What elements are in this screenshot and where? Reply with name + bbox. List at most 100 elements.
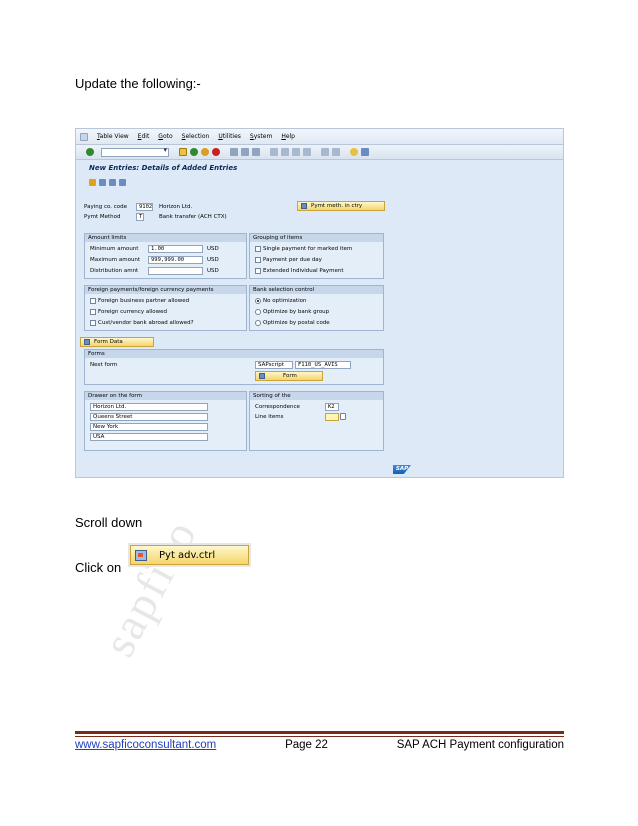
- menu-edit[interactable]: Edit: [138, 133, 150, 140]
- pymt-method-field[interactable]: T: [136, 213, 144, 221]
- menu-table-view[interactable]: Table View: [97, 133, 129, 140]
- footer-doc-title: SAP ACH Payment configuration: [396, 739, 564, 751]
- pyt-adv-ctrl-button[interactable]: Pyt adv.ctrl: [128, 543, 251, 567]
- click-instruction: Click on: [75, 560, 122, 575]
- copy-icon[interactable]: [99, 178, 106, 186]
- menu-icon[interactable]: [80, 132, 88, 141]
- dist-amount-currency: USD: [207, 267, 219, 274]
- script-type-select[interactable]: SAPscript: [255, 360, 293, 369]
- bank-sel-item[interactable]: No optimization: [255, 296, 306, 305]
- correspondence-field[interactable]: K2: [325, 402, 339, 411]
- paying-co-field[interactable]: 9102: [136, 203, 153, 211]
- amount-limits-group: Amount limits Minimum amount 1.00 USD Ma…: [84, 233, 247, 279]
- shortcut-icon[interactable]: [332, 148, 340, 156]
- command-field[interactable]: [101, 146, 169, 157]
- drawer-header: Drawer on the form: [85, 392, 246, 400]
- foreign-payments-group: Foreign payments/foreign currency paymen…: [84, 285, 247, 331]
- bank-sel-item[interactable]: Optimize by postal code: [255, 318, 330, 327]
- bank-sel-label: Optimize by bank group: [263, 308, 330, 315]
- grouping-label: Payment per due day: [263, 256, 322, 263]
- layout-icon[interactable]: [361, 148, 369, 156]
- next-page-icon[interactable]: [292, 148, 300, 156]
- help-icon[interactable]: [350, 148, 358, 156]
- save-icon[interactable]: [179, 148, 187, 156]
- radio-button[interactable]: [255, 319, 261, 326]
- drawer-line-field[interactable]: USA: [90, 432, 208, 441]
- min-amount-label: Minimum amount: [90, 245, 139, 252]
- bank-selection-group: Bank selection control No optimization O…: [249, 285, 384, 331]
- first-page-icon[interactable]: [270, 148, 278, 156]
- next-form-label-row: Next form: [90, 360, 117, 369]
- delete-icon[interactable]: [109, 178, 116, 186]
- dist-amount-label: Distribution amnt: [90, 267, 139, 274]
- application-toolbar: [76, 176, 563, 188]
- checkbox[interactable]: [255, 267, 261, 274]
- form-name-field[interactable]: F110_US_AVIS: [295, 360, 351, 369]
- radio-button[interactable]: [255, 308, 261, 315]
- next-form-fields: SAPscript F110_US_AVIS: [255, 360, 351, 369]
- checkbox[interactable]: [90, 319, 96, 326]
- bank-sel-item[interactable]: Optimize by bank group: [255, 307, 329, 316]
- grouping-group: Grouping of items Single payment for mar…: [249, 233, 384, 279]
- exit-icon[interactable]: [201, 148, 209, 156]
- back-icon[interactable]: [190, 148, 198, 156]
- previous-page-icon[interactable]: [281, 148, 289, 156]
- checkbox[interactable]: [255, 256, 261, 263]
- form-icon: [84, 339, 90, 345]
- foreign-item[interactable]: Cust/vendor bank abroad allowed?: [90, 318, 194, 327]
- sap-toolbar: [76, 145, 563, 160]
- cancel-icon[interactable]: [212, 148, 220, 156]
- form-button[interactable]: Form: [255, 371, 323, 381]
- foreign-item[interactable]: Foreign currency allowed: [90, 307, 167, 316]
- page-heading: Update the following:-: [75, 76, 201, 91]
- forms-group: Forms Next form SAPscript F110_US_AVIS F…: [84, 349, 384, 385]
- pymt-method-name: Bank transfer (ACH CTX): [159, 214, 227, 220]
- checkbox[interactable]: [90, 308, 96, 315]
- grouping-item[interactable]: Payment per due day: [255, 255, 322, 264]
- undo-icon[interactable]: [119, 178, 126, 186]
- pymt-method-row: Pymt Method T Bank transfer (ACH CTX): [84, 213, 227, 221]
- bank-sel-label: No optimization: [263, 297, 307, 304]
- pymt-method-label: Pymt Method: [84, 214, 121, 220]
- last-page-icon[interactable]: [303, 148, 311, 156]
- paying-co-label: Paying co. code: [84, 204, 128, 210]
- menu-goto[interactable]: Goto: [158, 133, 172, 140]
- find-next-icon[interactable]: [252, 148, 260, 156]
- min-amount-field[interactable]: 1.00: [148, 244, 203, 253]
- menu-selection[interactable]: Selection: [182, 133, 210, 140]
- checkbox[interactable]: [90, 297, 96, 304]
- foreign-label: Cust/vendor bank abroad allowed?: [98, 319, 194, 326]
- dist-amount-field[interactable]: [148, 266, 203, 275]
- foreign-payments-header: Foreign payments/foreign currency paymen…: [85, 286, 246, 294]
- grouping-item[interactable]: Extended Individual Payment: [255, 266, 343, 275]
- display-change-icon[interactable]: [89, 178, 96, 186]
- radio-button[interactable]: [255, 297, 261, 304]
- paying-co-name: Horizon Ltd.: [159, 204, 193, 210]
- menu-utilities[interactable]: Utilities: [218, 133, 241, 140]
- pymt-meth-in-ctry-button[interactable]: Pymt meth. in ctry: [297, 201, 385, 211]
- footer-page-number: Page 22: [285, 739, 328, 751]
- foreign-item[interactable]: Foreign business partner allowed: [90, 296, 189, 305]
- drawer-line-field[interactable]: Horizon Ltd.: [90, 402, 208, 411]
- checkbox[interactable]: [255, 245, 261, 252]
- footer-link[interactable]: www.sapficoconsultant.com: [75, 739, 216, 751]
- dist-amount-row: Distribution amnt USD: [90, 266, 219, 275]
- enter-icon[interactable]: [86, 148, 94, 156]
- menu-system[interactable]: System: [250, 133, 272, 140]
- max-amount-field[interactable]: 999,999.00: [148, 255, 203, 264]
- new-session-icon[interactable]: [321, 148, 329, 156]
- print-icon[interactable]: [230, 148, 238, 156]
- drawer-line-field[interactable]: New York: [90, 422, 208, 431]
- drawer-line-field[interactable]: Queens Street: [90, 412, 208, 421]
- detail-icon: [301, 203, 307, 209]
- next-form-label: Next form: [90, 361, 118, 368]
- grouping-label: Single payment for marked item: [263, 245, 353, 252]
- form-data-button[interactable]: Form Data: [80, 337, 154, 347]
- bank-selection-header: Bank selection control: [250, 286, 383, 294]
- value-help-icon[interactable]: [340, 413, 346, 420]
- menu-help[interactable]: Help: [281, 133, 295, 140]
- grouping-item[interactable]: Single payment for marked item: [255, 244, 352, 253]
- correspondence-label: Correspondence: [255, 403, 300, 410]
- line-items-field[interactable]: [325, 412, 339, 421]
- find-icon[interactable]: [241, 148, 249, 156]
